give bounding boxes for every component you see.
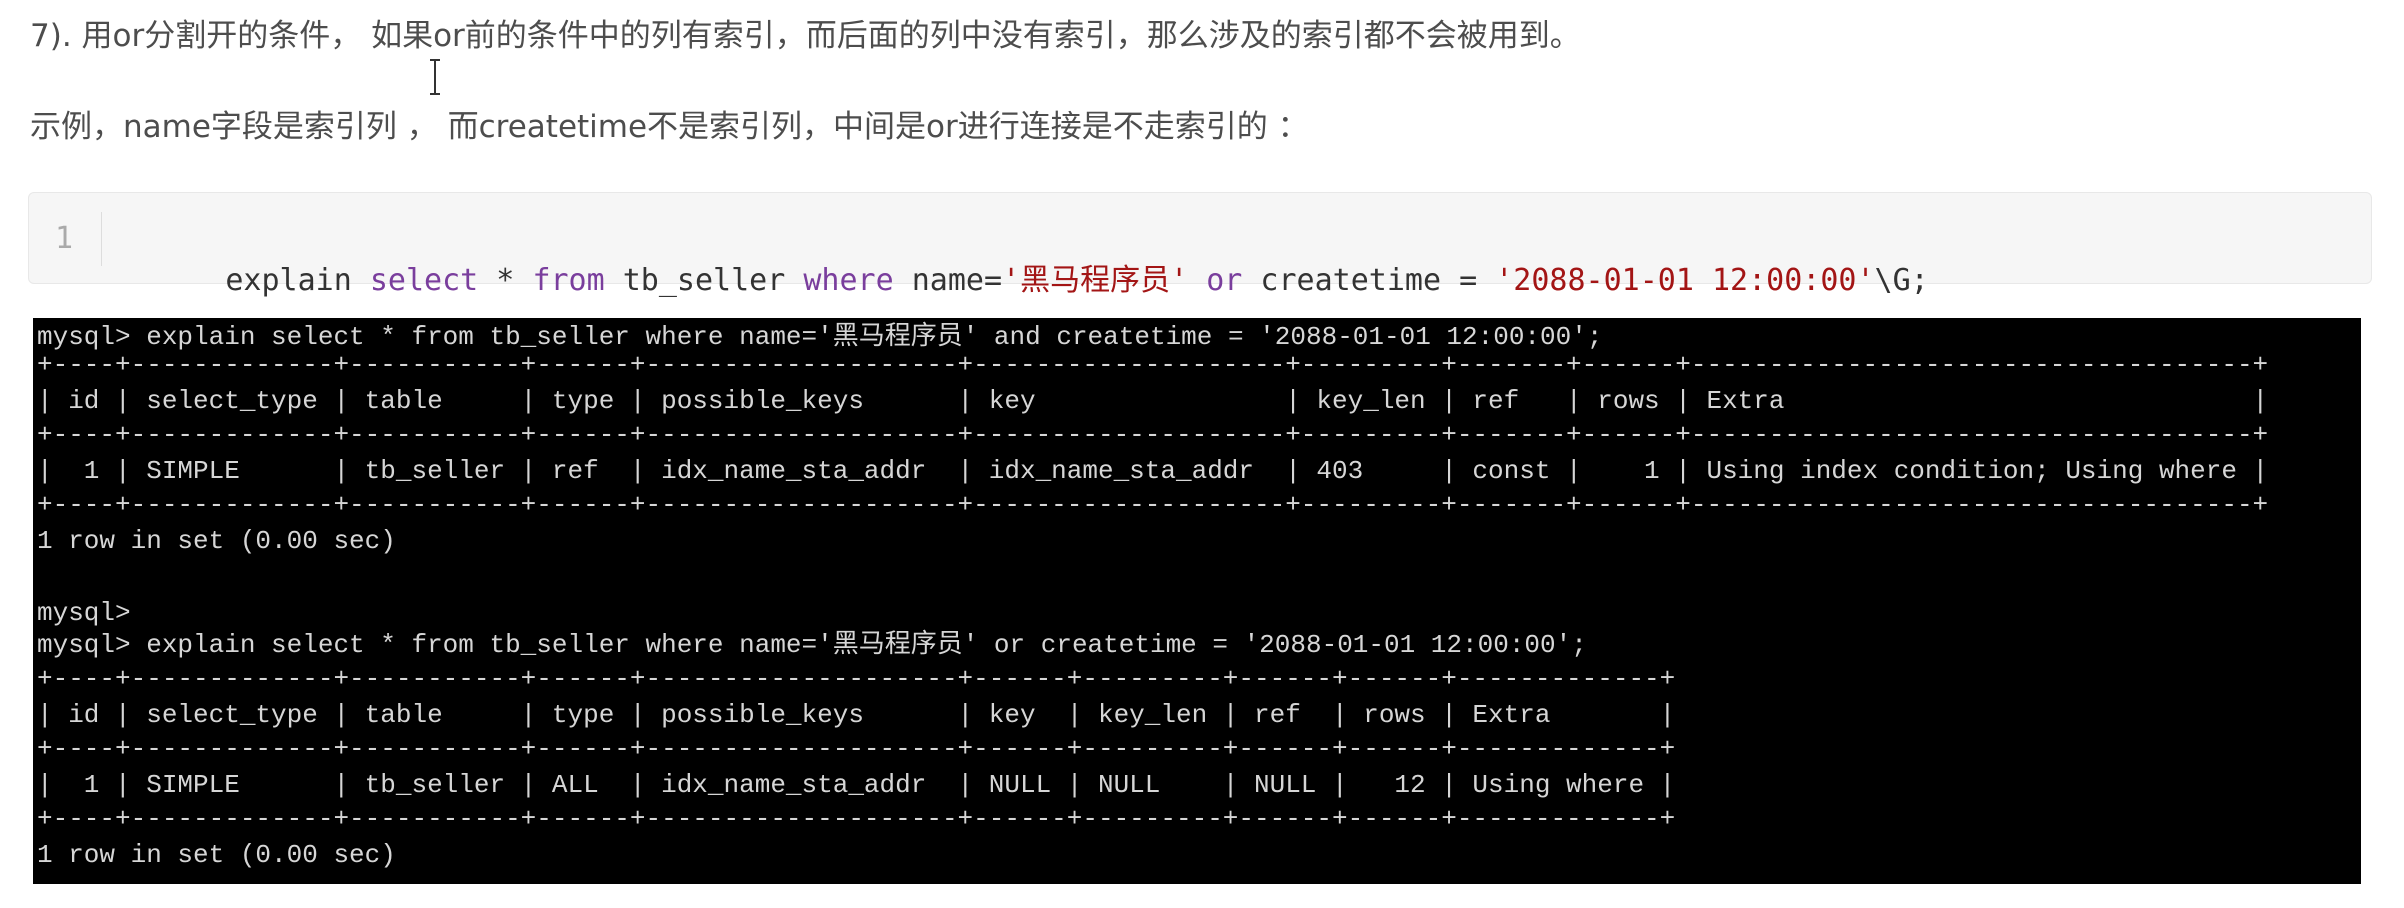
code-block: 1 explain select * from tb_seller where … [28,192,2372,298]
paragraph-rule: 7). 用or分割开的条件， 如果or前的条件中的列有索引，而后面的列中没有索引… [30,18,1581,54]
terminal-line: +----+-------------+-----------+------+-… [37,490,2269,520]
code-token: tb_seller [604,263,804,298]
terminal-line: +----+-------------+-----------+------+-… [37,350,2269,380]
terminal-line: +----+-------------+-----------+------+-… [37,664,1676,694]
text-cursor-icon [427,58,443,96]
code-token: select [369,263,479,298]
code-token: name= [893,263,1003,298]
code-token: explain [225,263,370,298]
terminal-line: | id | select_type | table | type | poss… [37,700,1676,730]
code-token: createtime = [1242,263,1496,298]
terminal-line: 1 row in set (0.00 sec) [37,526,396,556]
code-token: '2088-01-01 12:00:00' [1495,263,1875,298]
terminal-line: 1 row in set (0.00 sec) [37,840,396,870]
terminal-line: +----+-------------+-----------+------+-… [37,734,1676,764]
terminal-line: +----+-------------+-----------+------+-… [37,804,1676,834]
code-token: \G; [1874,263,1929,298]
terminal-line: +----+-------------+-----------+------+-… [37,420,2269,450]
terminal-line: mysql> explain select * from tb_seller w… [37,630,1587,660]
terminal-line: mysql> [37,598,131,628]
terminal-line: mysql> explain select * from tb_seller w… [37,322,1603,352]
line-number: 1 [55,221,74,256]
code-token: or [1206,263,1243,298]
code-token: * [478,263,533,298]
code-line: 1 explain select * from tb_seller where … [29,212,2371,298]
code-token: where [803,263,894,298]
terminal-line: | 1 | SIMPLE | tb_seller | ref | idx_nam… [37,456,2269,486]
terminal-line: | id | select_type | table | type | poss… [37,386,2269,416]
gutter-separator [101,212,102,266]
terminal-line: | 1 | SIMPLE | tb_seller | ALL | idx_nam… [37,770,1676,800]
code-token: '黑马程序员' [1002,263,1189,298]
code-token: from [532,263,605,298]
terminal-output: mysql> explain select * from tb_seller w… [33,318,2361,884]
paragraph-example: 示例，name字段是索引列 ， 而createtime不是索引列，中间是or进行… [30,109,1309,145]
